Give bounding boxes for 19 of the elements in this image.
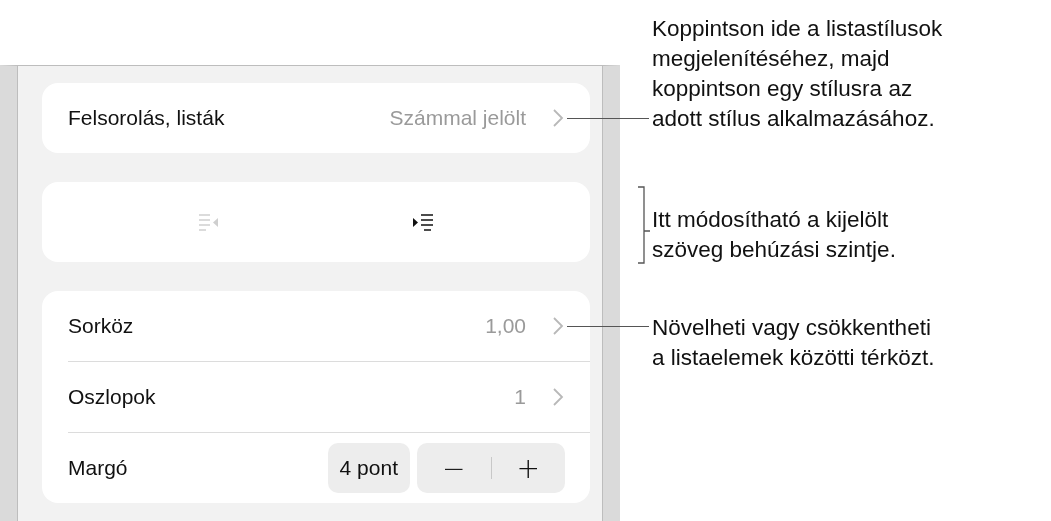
row-label: Margó [68,456,129,480]
value-field[interactable]: 4 pont [327,443,410,493]
outdent-icon [198,212,220,232]
chevron-icon[interactable] [552,387,564,407]
callout-text: Koppintson ide a listastílusok megjelenítéséhez, majd koppintson egy stílusra az adott stílus alkalmazásához. [652,15,943,133]
row-value: 1,00 [485,314,526,338]
indent-icon [412,212,434,232]
callout-text: Itt módosítható a kijelölt szöveg behúzási szintje. [652,206,896,264]
row-label: Sorköz [68,314,135,338]
chevron-icon[interactable] [552,316,564,336]
increment-button[interactable]: + [491,443,565,493]
row-value: Számmal jelölt [389,106,526,130]
row-value: 1 [514,385,526,409]
chevron-icon [552,108,564,128]
decrement-button[interactable]: − [417,443,491,493]
list-style-row[interactable]: Felsorolás, listák Számmal jelölt [42,83,590,153]
callout-text: Növelheti vagy csökkentheti a listaelemek közötti térközt. [652,314,935,372]
row-label: Felsorolás, listák [68,106,226,130]
row-label: Oszlopok [68,385,157,409]
